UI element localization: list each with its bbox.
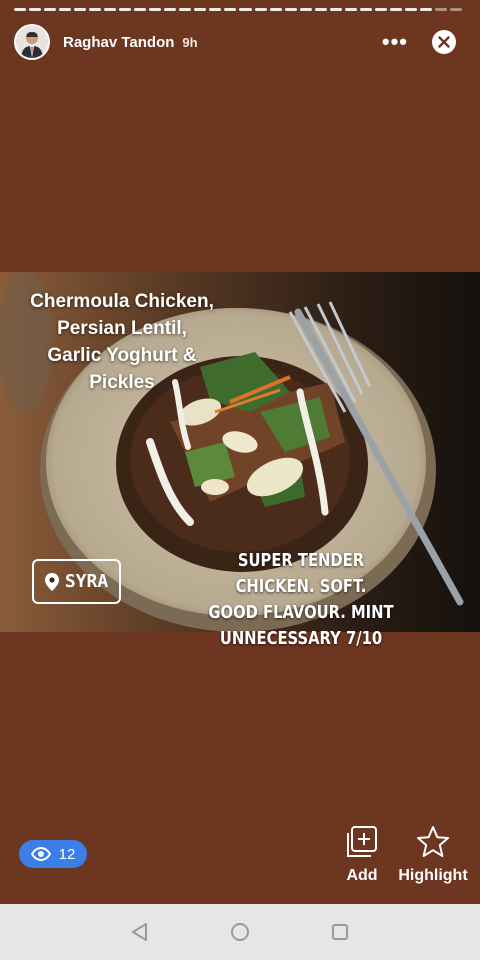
close-button[interactable] [432, 30, 456, 54]
progress-segment [119, 8, 132, 11]
avatar[interactable] [14, 24, 50, 60]
progress-segment [284, 8, 297, 11]
progress-segment [14, 8, 27, 11]
progress-segment [104, 8, 117, 11]
progress-segment [134, 8, 147, 11]
progress-segment [389, 8, 402, 11]
star-icon [417, 826, 449, 857]
more-dots-icon[interactable]: ••• [382, 31, 408, 53]
progress-segment [404, 8, 417, 11]
story-header: Raghav Tandon 9h ••• [14, 22, 456, 62]
progress-segment [239, 8, 252, 11]
progress-segment [344, 8, 357, 11]
highlight-label: Highlight [398, 867, 468, 884]
progress-segment [59, 8, 72, 11]
add-button[interactable]: Add [340, 825, 384, 885]
progress-segment [374, 8, 387, 11]
caption-line: UNNECESSARY 7/10 [219, 628, 383, 649]
progress-segment [44, 8, 57, 11]
dish-title-line: Chermoula Chicken, [30, 291, 214, 312]
progress-segment [269, 8, 282, 11]
eye-icon [30, 847, 51, 861]
progress-segment [314, 8, 327, 11]
dish-title-line: Garlic Yoghurt & [47, 345, 197, 366]
location-pin-icon [44, 572, 59, 591]
caption-line: GOOD FLAVOUR. MINT [208, 602, 394, 623]
progress-segment [164, 8, 177, 11]
progress-segment [419, 8, 432, 11]
progress-segment [359, 8, 372, 11]
recent-square-icon[interactable] [329, 921, 351, 943]
dish-title-line: Persian Lentil, [57, 318, 187, 339]
home-circle-icon[interactable] [229, 921, 251, 943]
progress-segment [209, 8, 222, 11]
add-label: Add [346, 867, 378, 884]
dish-title-text: Chermoula Chicken, Persian Lentil, Garli… [12, 288, 232, 396]
views-button[interactable]: 12 [19, 840, 87, 868]
story-progress-bar [14, 8, 462, 11]
close-icon [438, 36, 450, 48]
dish-title-line: Pickles [89, 372, 155, 393]
progress-segment [449, 8, 462, 11]
system-nav-bar [0, 904, 480, 960]
story-time: 9h [182, 34, 198, 50]
progress-segment [29, 8, 42, 11]
add-to-story-icon [347, 826, 377, 857]
caption-line: SUPER TENDER CHICKEN. SOFT. [235, 550, 367, 597]
location-name: SYRA [64, 571, 109, 592]
view-count: 12 [58, 845, 76, 863]
back-triangle-icon[interactable] [129, 921, 151, 943]
progress-segment [254, 8, 267, 11]
story-viewer[interactable]: Raghav Tandon 9h ••• Chermoula Chicken, … [0, 0, 480, 904]
progress-segment [89, 8, 102, 11]
review-caption: SUPER TENDER CHICKEN. SOFT. GOOD FLAVOUR… [199, 548, 404, 652]
progress-segment-current [434, 8, 447, 11]
progress-segment [74, 8, 87, 11]
progress-segment [179, 8, 192, 11]
highlight-button[interactable]: Highlight [397, 825, 469, 885]
progress-segment [149, 8, 162, 11]
story-username[interactable]: Raghav Tandon [63, 34, 174, 51]
progress-segment [299, 8, 312, 11]
progress-segment [329, 8, 342, 11]
location-sticker[interactable]: SYRA [32, 559, 121, 604]
progress-segment [224, 8, 237, 11]
profile-photo [16, 26, 48, 58]
progress-segment [194, 8, 207, 11]
